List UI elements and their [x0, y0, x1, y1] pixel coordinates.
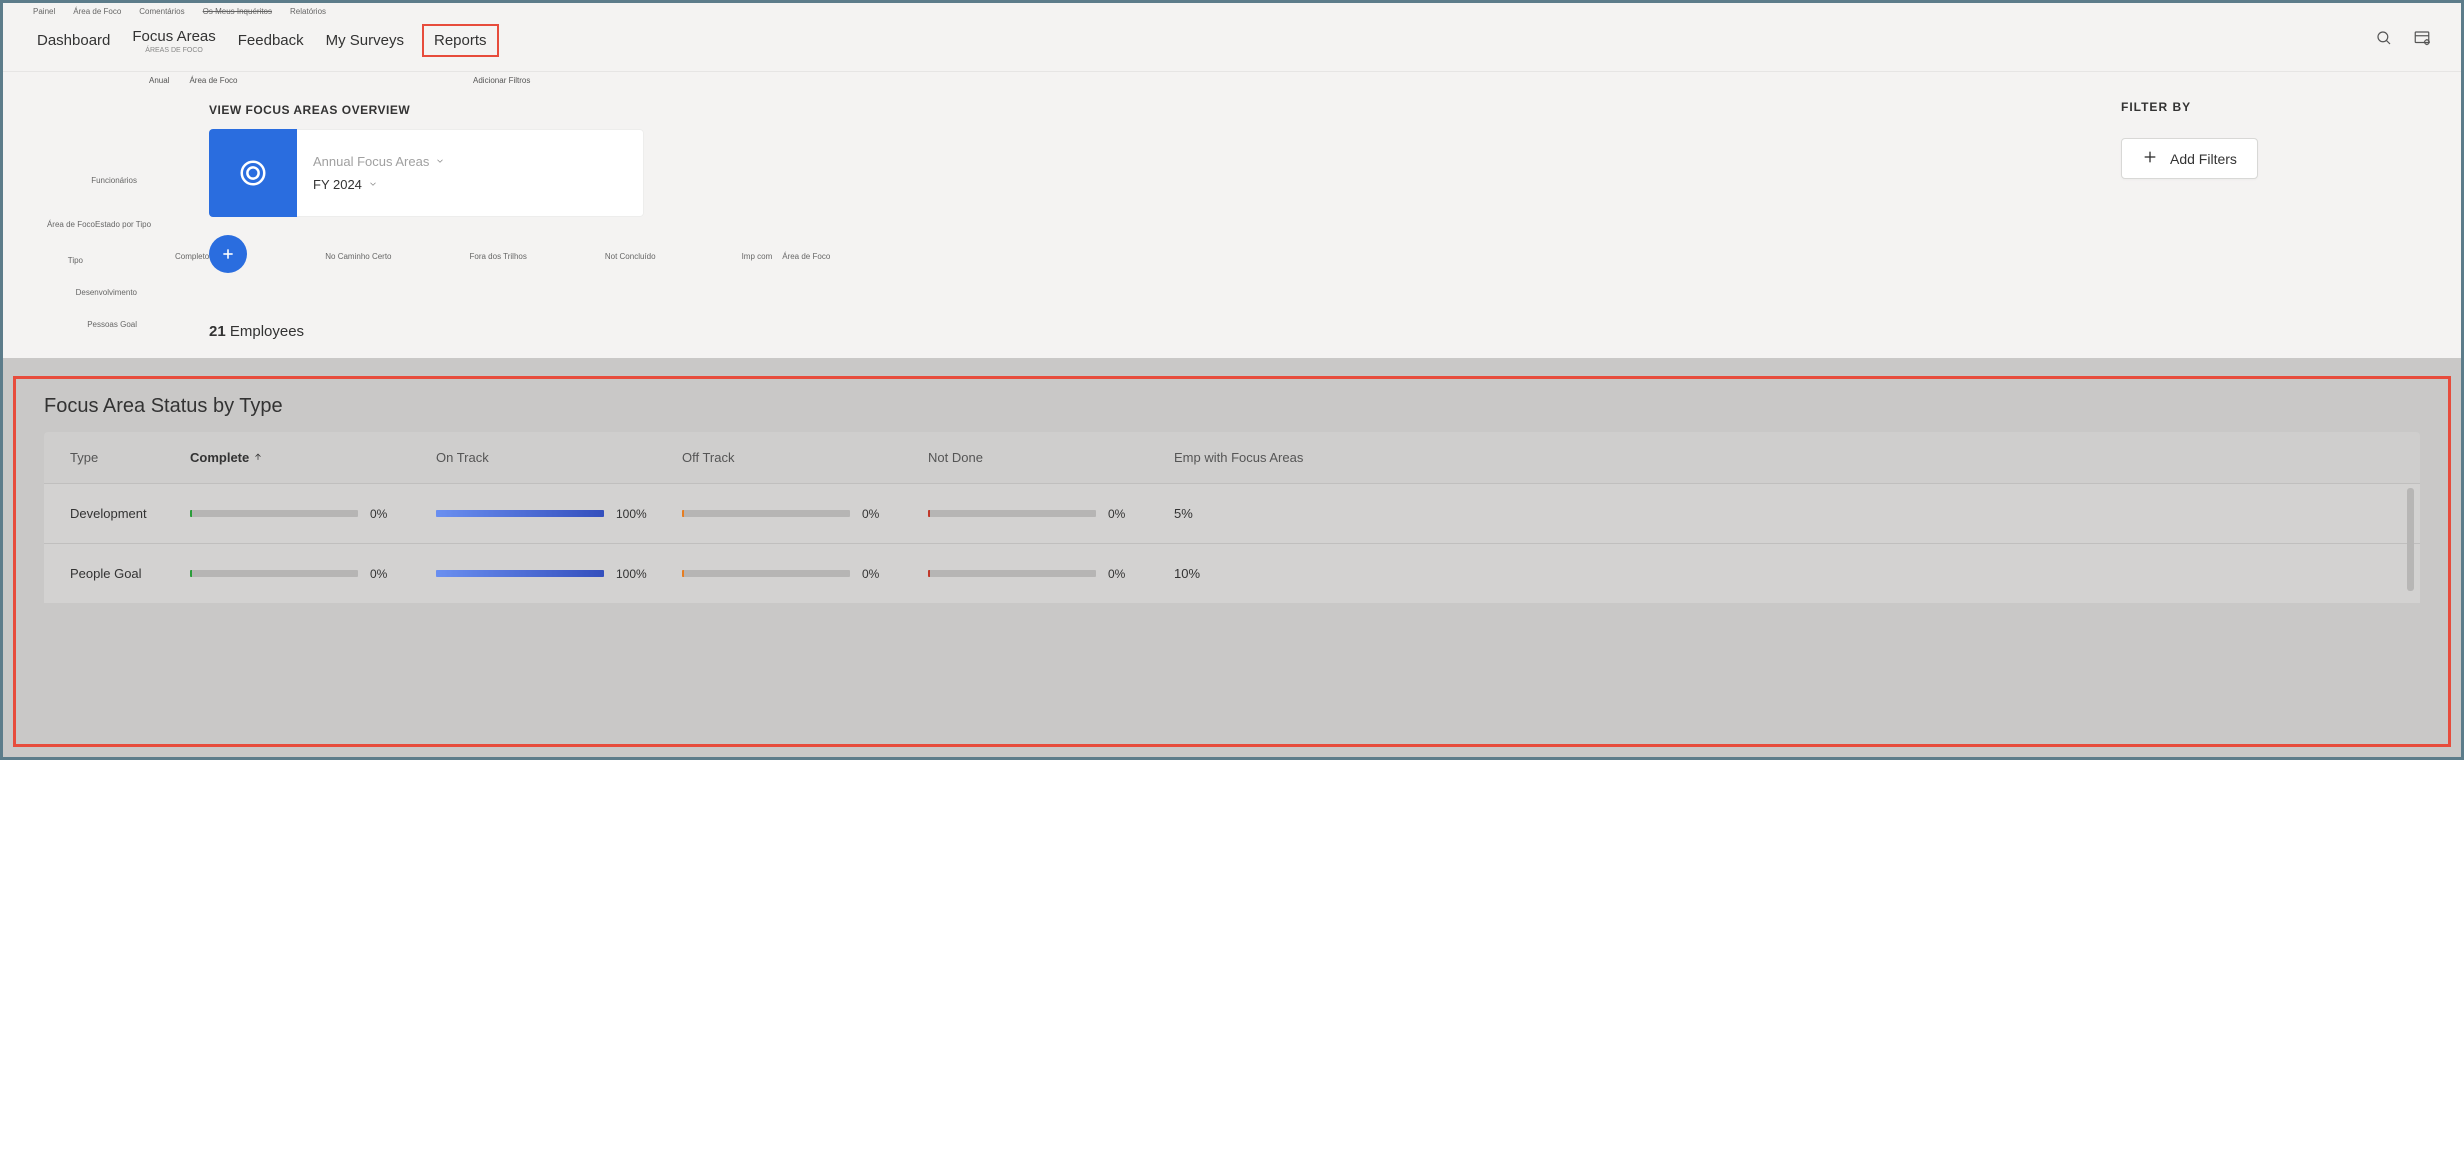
tab-feedback[interactable]: Feedback — [234, 30, 308, 51]
meta-comentarios: Comentários — [139, 7, 184, 16]
col-header-complete-label: Complete — [190, 450, 249, 465]
legend-completo: Completo — [175, 252, 209, 261]
lbl-funcionarios: Funcionários — [17, 176, 137, 185]
add-button[interactable] — [209, 235, 247, 273]
chevron-down-icon[interactable] — [368, 177, 378, 192]
filter-panel: FILTER BY Add Filters — [2091, 76, 2461, 340]
col-header-on-track[interactable]: On Track — [436, 450, 682, 465]
col-header-type[interactable]: Type — [70, 450, 190, 465]
row-type-label: Development — [70, 506, 190, 521]
overview-card[interactable]: Annual Focus Areas FY 2024 — [209, 129, 644, 217]
left-label-column: Funcionários Área de Foco Estado por Tip… — [3, 76, 143, 340]
not-done-pct: 0% — [1108, 567, 1125, 581]
nav-bar: Dashboard Focus Areas ÁREAS DE FOCO Feed… — [3, 16, 2461, 72]
meta-painel: Painel — [33, 7, 55, 16]
meta-inqueritos: Os Meus Inquéritos — [203, 7, 272, 16]
lbl-desenvolvimento: Desenvolvimento — [17, 288, 137, 297]
plus-icon — [2142, 149, 2158, 168]
off-track-pct: 0% — [862, 567, 879, 581]
section-title: Focus Area Status by Type — [44, 395, 2420, 418]
complete-pct: 0% — [370, 507, 387, 521]
scrollbar-vertical[interactable] — [2407, 488, 2414, 591]
top-meta-row: Painel Área de Foco Comentários Os Meus … — [3, 3, 2461, 16]
cell-not-done: 0% — [928, 507, 1174, 521]
mini-legend-row: Completo No Caminho Certo Fora dos Trilh… — [263, 252, 843, 261]
cell-not-done: 0% — [928, 567, 1174, 581]
off-track-pct: 0% — [862, 507, 879, 521]
tiny-anual: Anual — [149, 76, 169, 85]
chevron-down-icon[interactable] — [435, 154, 445, 169]
table-row[interactable]: Development 0% 100% 0% — [44, 483, 2420, 543]
cell-complete: 0% — [190, 567, 436, 581]
legend-area-foco: Área de Foco — [782, 252, 830, 261]
employee-count-label: Employees — [226, 323, 304, 340]
card-fy-label: FY 2024 — [313, 177, 362, 192]
tab-focus-areas-label: Focus Areas — [132, 28, 215, 45]
sort-asc-icon — [253, 450, 263, 465]
tab-focus-areas[interactable]: Focus Areas ÁREAS DE FOCO — [128, 26, 219, 56]
focus-area-tile-icon — [209, 129, 297, 217]
focus-area-status-section: Focus Area Status by Type Type Complete … — [13, 376, 2451, 747]
employee-count: 21 Employees — [209, 323, 2091, 340]
cell-complete: 0% — [190, 507, 436, 521]
row-type-label: People Goal — [70, 566, 190, 581]
col-header-complete[interactable]: Complete — [190, 450, 436, 465]
card-annual-label: Annual Focus Areas — [313, 154, 429, 169]
tab-focus-areas-sublabel: ÁREAS DE FOCO — [132, 47, 215, 54]
table-header-row: Type Complete On Track Off Track Not Don… — [44, 432, 2420, 483]
layout-gear-icon[interactable] — [2413, 29, 2431, 52]
tab-reports[interactable]: Reports — [422, 24, 499, 57]
col-header-off-track[interactable]: Off Track — [682, 450, 928, 465]
employee-count-number: 21 — [209, 323, 226, 340]
on-track-pct: 100% — [616, 507, 647, 521]
cell-emp-with: 5% — [1174, 506, 1324, 521]
search-icon[interactable] — [2375, 29, 2393, 52]
tab-my-surveys[interactable]: My Surveys — [322, 30, 408, 51]
tiny-area-foco: Área de Foco — [189, 76, 237, 85]
lbl-tipo: Tipo — [0, 256, 83, 265]
legend-no-caminho: No Caminho Certo — [325, 252, 391, 261]
col-header-not-done[interactable]: Not Done — [928, 450, 1174, 465]
complete-pct: 0% — [370, 567, 387, 581]
add-filters-label: Add Filters — [2170, 151, 2237, 167]
tiny-adicionar-filtros: Adicionar Filtros — [473, 76, 530, 85]
status-table: Type Complete On Track Off Track Not Don… — [44, 432, 2420, 603]
lbl-area-foco: Área de Foco — [0, 220, 95, 229]
tab-dashboard[interactable]: Dashboard — [33, 30, 114, 51]
table-row[interactable]: People Goal 0% 100% 0% — [44, 543, 2420, 603]
cell-on-track: 100% — [436, 507, 682, 521]
add-filters-button[interactable]: Add Filters — [2121, 138, 2258, 179]
meta-relatorios: Relatórios — [290, 7, 326, 16]
not-done-pct: 0% — [1108, 507, 1125, 521]
cell-emp-with: 10% — [1174, 566, 1324, 581]
meta-area-foco: Área de Foco — [73, 7, 121, 16]
on-track-pct: 100% — [616, 567, 647, 581]
cell-off-track: 0% — [682, 507, 928, 521]
cell-off-track: 0% — [682, 567, 928, 581]
cell-on-track: 100% — [436, 567, 682, 581]
overview-title: VIEW FOCUS AREAS OVERVIEW — [209, 103, 2091, 117]
filter-by-title: FILTER BY — [2121, 100, 2431, 114]
legend-imp-com: Imp com — [742, 252, 773, 261]
legend-not-concluido: Not Concluído — [605, 252, 656, 261]
legend-fora-trilhos: Fora dos Trilhos — [470, 252, 527, 261]
lbl-pessoas-goal: Pessoas Goal — [17, 320, 137, 329]
col-header-emp-with[interactable]: Emp with Focus Areas — [1174, 450, 1324, 465]
